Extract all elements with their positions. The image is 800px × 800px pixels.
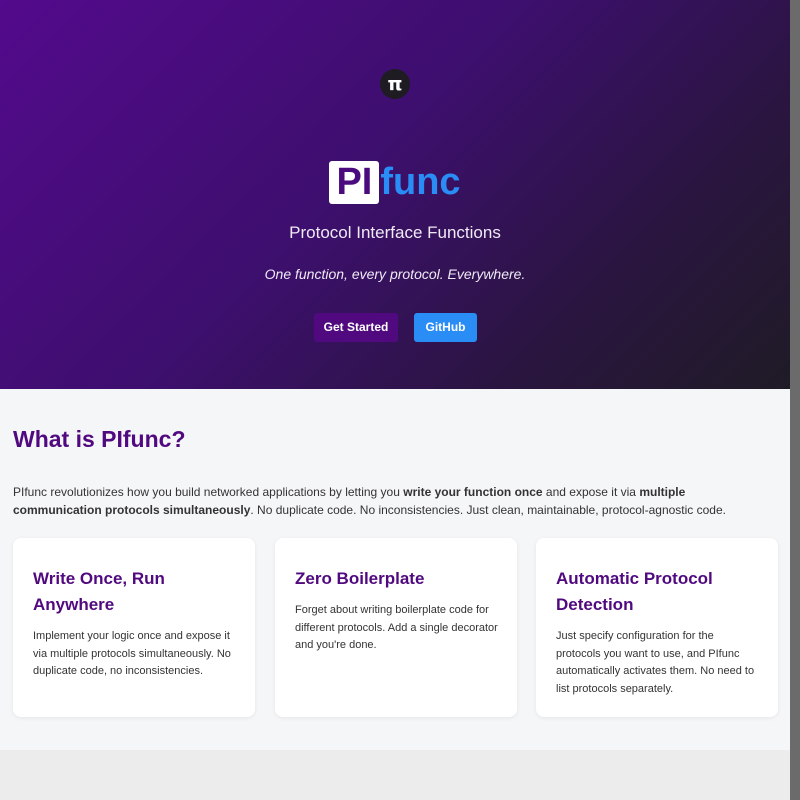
feature-card-text: Forget about writing boilerplate code fo… <box>295 604 498 651</box>
intro-text: and expose it via <box>542 485 640 499</box>
feature-card-title: Zero Boilerplate <box>295 569 425 588</box>
section-heading: What is PIfunc? <box>13 426 186 452</box>
intro-emphasis: write your function once <box>403 485 543 499</box>
hero-subtitle: Protocol Interface Functions <box>289 223 501 242</box>
feature-card-title: Write Once, Run Anywhere <box>33 569 165 614</box>
brand-title: PI func <box>0 160 790 205</box>
github-button[interactable]: GitHub <box>414 313 477 342</box>
brand-suffix: func <box>380 161 461 204</box>
about-section: What is PIfunc? PIfunc revolutionizes ho… <box>0 389 790 750</box>
feature-card: Automatic Protocol Detection Just specif… <box>536 538 778 717</box>
feature-card: Write Once, Run Anywhere Implement your … <box>13 538 255 717</box>
hero-section: π PI func Protocol Interface Functions On… <box>0 0 790 389</box>
scrollbar-thumb[interactable] <box>790 0 800 800</box>
get-started-button[interactable]: Get Started <box>314 313 398 342</box>
intro-text: PIfunc revolutionizes how you build netw… <box>13 485 404 499</box>
feature-card: Zero Boilerplate Forget about writing bo… <box>275 538 517 717</box>
intro-paragraph: PIfunc revolutionizes how you build netw… <box>13 483 773 519</box>
intro-text: . No duplicate code. No inconsistencies.… <box>250 503 726 517</box>
pi-logo-icon: π <box>380 69 410 99</box>
feature-card-title: Automatic Protocol Detection <box>556 569 713 614</box>
vertical-scrollbar[interactable] <box>790 0 800 800</box>
hero-tagline: One function, every protocol. Everywhere… <box>264 266 526 282</box>
feature-card-text: Implement your logic once and expose it … <box>33 630 231 677</box>
brand-prefix: PI <box>329 161 380 205</box>
feature-card-text: Just specify configuration for the proto… <box>556 630 755 695</box>
